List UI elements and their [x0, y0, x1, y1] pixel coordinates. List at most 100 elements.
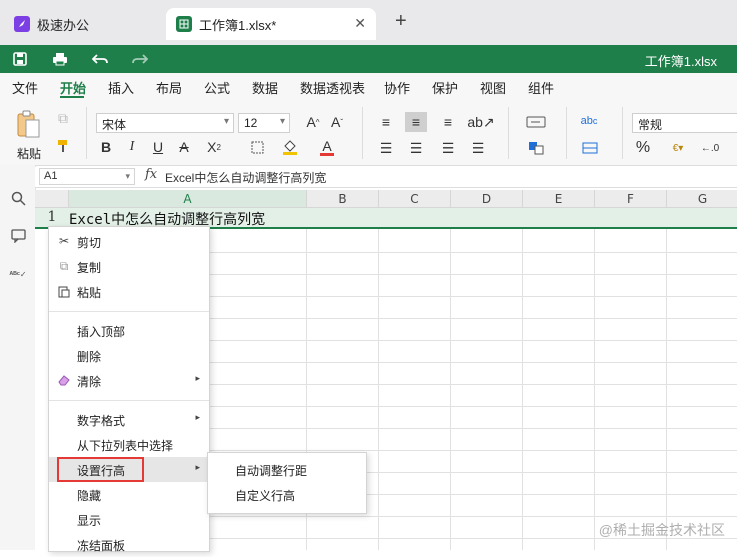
menu-item-show[interactable]: 显示: [49, 507, 209, 532]
chevron-right-icon: ▸: [195, 412, 200, 422]
row-header-1[interactable]: 1: [35, 208, 69, 227]
align-middle-icon[interactable]: ≡: [405, 112, 427, 132]
paste-icon[interactable]: [14, 109, 42, 141]
font-size-select[interactable]: 12 ▾: [238, 113, 290, 133]
menu-item-hide[interactable]: 隐藏: [49, 482, 209, 507]
strikethrough-icon[interactable]: A: [176, 139, 192, 155]
scissors-icon: ✂: [58, 234, 70, 248]
menu-home[interactable]: 开始: [60, 78, 86, 97]
menu-collaborate[interactable]: 协作: [384, 78, 410, 97]
menu-view[interactable]: 视图: [480, 78, 506, 97]
menu-item-clear[interactable]: 清除 ▸: [49, 368, 209, 393]
comment-icon[interactable]: [9, 227, 27, 245]
ribbon-separator: [362, 107, 363, 159]
currency-format-icon[interactable]: €▾: [666, 139, 690, 157]
italic-icon[interactable]: I: [124, 139, 140, 155]
menu-item-pick-from-list-label: 从下拉列表中选择: [77, 439, 174, 453]
column-header-d[interactable]: D: [451, 190, 523, 208]
menu-item-delete-label: 删除: [77, 350, 102, 364]
column-header-c[interactable]: C: [379, 190, 451, 208]
row-height-submenu: 自动调整行距 自定义行高: [207, 452, 367, 514]
column-header-a[interactable]: A: [69, 190, 307, 208]
menu-data[interactable]: 数据: [252, 78, 278, 97]
align-bottom-icon[interactable]: ≡: [438, 113, 458, 131]
column-header-g[interactable]: G: [667, 190, 737, 208]
column-gridline: [378, 208, 379, 550]
formula-input[interactable]: Excel中怎么自动调整行高列宽: [165, 169, 326, 186]
text-orientation-icon[interactable]: ab↗: [467, 113, 494, 131]
new-tab-button[interactable]: +: [395, 10, 407, 33]
column-gridline: [522, 208, 523, 550]
print-icon[interactable]: [51, 50, 69, 68]
wrap-text-icon[interactable]: [522, 113, 550, 131]
named-ranges-icon[interactable]: [578, 139, 602, 157]
redo-icon[interactable]: [131, 50, 149, 68]
submenu-item-autofit-row-label: 自动调整行距: [235, 464, 308, 478]
column-gridline: [594, 208, 595, 550]
menu-item-insert-top[interactable]: 插入顶部: [49, 318, 209, 343]
tab-workbook-label: 工作簿1.xlsx*: [199, 17, 277, 33]
font-name-select[interactable]: 宋体 ▾: [96, 113, 234, 133]
menu-protect[interactable]: 保护: [432, 78, 458, 97]
menu-formula[interactable]: 公式: [204, 78, 230, 97]
column-header-f[interactable]: F: [595, 190, 667, 208]
spell-check-icon[interactable]: ab c: [578, 111, 600, 131]
font-color-icon[interactable]: A: [318, 137, 336, 157]
tab-home[interactable]: 极速办公: [4, 8, 162, 40]
justify-icon[interactable]: ☰: [468, 139, 488, 157]
menu-file[interactable]: 文件: [12, 78, 38, 97]
increase-font-icon[interactable]: A ^: [304, 113, 322, 131]
undo-icon[interactable]: [91, 50, 109, 68]
paste-label[interactable]: 粘贴: [17, 145, 41, 162]
decimal-increase-icon[interactable]: ←.0: [698, 139, 722, 157]
merge-cells-icon[interactable]: [522, 139, 550, 157]
number-format-select[interactable]: 常规: [632, 113, 737, 133]
active-menu-indicator: [60, 96, 84, 98]
close-icon[interactable]: ✕: [354, 15, 366, 32]
menu-pivot-table[interactable]: 数据透视表: [300, 78, 365, 97]
menu-item-copy-label: 复制: [77, 261, 102, 275]
align-left-icon[interactable]: ☰: [376, 139, 396, 157]
ribbon-toolbar: 粘贴 ⧉ 宋体 ▾ 12 ▾ A ^ Aˇ B I U A X2 A ≡ ≡ ≡ …: [0, 99, 737, 166]
column-gridline: [450, 208, 451, 550]
eraser-icon: [57, 373, 71, 387]
menu-item-pick-from-list[interactable]: 从下拉列表中选择: [49, 432, 209, 457]
tab-workbook[interactable]: 工作簿1.xlsx* ✕: [166, 8, 376, 40]
align-center-icon[interactable]: ☰: [406, 139, 426, 157]
menu-item-insert-top-label: 插入顶部: [77, 325, 126, 339]
title-bar: 工作簿1.xlsx: [0, 45, 737, 73]
menu-layout[interactable]: 布局: [156, 78, 182, 97]
column-header-e[interactable]: E: [523, 190, 595, 208]
context-menu: ✂ 剪切 ⧉ 复制 粘贴 插入顶部 删除 清除 ▸ 数字格式 ▸ 从下拉列表中选…: [48, 226, 210, 553]
menu-item-number-format[interactable]: 数字格式 ▸: [49, 407, 209, 432]
column-header-b[interactable]: B: [307, 190, 379, 208]
submenu-item-autofit-row[interactable]: 自动调整行距: [208, 457, 366, 482]
subscript-icon[interactable]: X2: [202, 139, 226, 155]
align-top-icon[interactable]: ≡: [376, 113, 396, 131]
underline-icon[interactable]: U: [150, 139, 166, 155]
menu-item-copy[interactable]: ⧉ 复制: [49, 254, 209, 279]
menu-item-cut[interactable]: ✂ 剪切: [49, 229, 209, 254]
decrease-font-icon[interactable]: Aˇ: [328, 113, 346, 131]
cell-reference: A1: [44, 170, 58, 182]
menu-item-delete[interactable]: 删除: [49, 343, 209, 368]
format-painter-icon[interactable]: [54, 137, 72, 155]
copy-icon[interactable]: ⧉: [54, 109, 72, 127]
search-icon[interactable]: [9, 189, 27, 207]
menu-item-freeze-panes[interactable]: 冻结面板: [49, 532, 209, 557]
borders-icon[interactable]: [248, 139, 266, 155]
menu-components[interactable]: 组件: [528, 78, 554, 97]
align-right-icon[interactable]: ☰: [438, 139, 458, 157]
function-icon[interactable]: fx: [145, 167, 157, 182]
percent-button[interactable]: %: [634, 139, 652, 157]
bold-icon[interactable]: B: [98, 139, 114, 155]
spellcheck-icon[interactable]: ᴬᴮᶜ✓: [9, 265, 27, 283]
fill-color-icon[interactable]: [280, 137, 300, 157]
save-icon[interactable]: [11, 50, 29, 68]
menu-insert[interactable]: 插入: [108, 78, 134, 97]
name-box[interactable]: A1 ▾: [39, 168, 135, 185]
menu-item-paste[interactable]: 粘贴: [49, 279, 209, 304]
select-all-corner[interactable]: [35, 190, 69, 208]
submenu-item-custom-row-height[interactable]: 自定义行高: [208, 482, 366, 507]
watermark: @稀土掘金技术社区: [598, 522, 725, 538]
